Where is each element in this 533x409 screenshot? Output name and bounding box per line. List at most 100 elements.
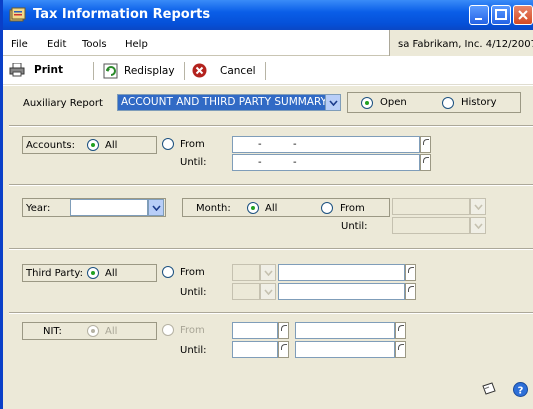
cancel-icon — [192, 63, 207, 78]
nit-from-lookup-button[interactable] — [395, 322, 406, 339]
toolbar-separator — [184, 62, 185, 80]
menu-help[interactable]: Help — [125, 39, 148, 50]
accounts-all-radio[interactable] — [87, 139, 99, 151]
accounts-group: Accounts: All — [22, 136, 157, 154]
nit-until-type-lookup-button[interactable] — [278, 341, 289, 358]
year-select[interactable] — [70, 199, 148, 216]
toolbar-separator — [265, 62, 266, 80]
divider — [9, 125, 533, 127]
third-party-until-type-dropdown[interactable] — [260, 283, 276, 300]
nit-until-lookup-button[interactable] — [395, 341, 406, 358]
title-bar: Tax Information Reports — [3, 0, 533, 30]
chevron-down-icon — [151, 204, 161, 211]
history-radio-label: History — [461, 97, 497, 108]
accounts-all-label: All — [105, 140, 118, 151]
redisplay-button[interactable]: Redisplay — [103, 63, 175, 79]
third-party-from-type-dropdown[interactable] — [260, 264, 276, 281]
form-body: Auxiliary Report ACCOUNT AND THIRD PARTY… — [3, 86, 533, 409]
accounts-until-label: Until: — [180, 157, 207, 168]
third-party-from-radio[interactable] — [162, 266, 174, 278]
toolbar-separator — [93, 62, 94, 80]
accounts-from-field[interactable]: - - — [232, 136, 420, 153]
chevron-down-icon — [263, 269, 273, 276]
print-button[interactable]: Print — [9, 63, 63, 77]
open-radio-label: Open — [380, 97, 407, 108]
auxiliary-report-select[interactable]: ACCOUNT AND THIRD PARTY SUMMARY — [117, 94, 327, 111]
print-label: Print — [34, 64, 63, 76]
accounts-until-field[interactable]: - - — [232, 154, 420, 171]
nit-all-label: All — [105, 326, 118, 337]
close-icon — [518, 10, 528, 20]
maximize-button[interactable] — [491, 5, 511, 25]
third-party-group: Third Party: All — [22, 264, 157, 282]
auxiliary-report-label: Auxiliary Report — [23, 98, 103, 109]
note-icon[interactable] — [481, 382, 497, 396]
nit-until-field[interactable] — [295, 341, 395, 358]
cancel-label: Cancel — [220, 64, 256, 77]
auxiliary-report-dropdown-button[interactable] — [325, 94, 341, 111]
third-party-from-type-select[interactable] — [232, 264, 260, 281]
accounts-until-lookup-button[interactable] — [420, 154, 431, 171]
third-party-until-label: Until: — [180, 287, 207, 298]
divider — [9, 312, 533, 314]
month-until-dropdown-button[interactable] — [470, 217, 486, 234]
third-party-from-field[interactable] — [278, 264, 405, 281]
app-icon — [9, 7, 26, 22]
chevron-down-icon — [328, 99, 338, 106]
nit-from-field[interactable] — [295, 322, 395, 339]
open-history-group: Open History — [347, 92, 521, 113]
open-radio[interactable] — [361, 97, 373, 109]
help-icon[interactable]: ? — [513, 382, 528, 397]
month-from-select[interactable] — [392, 198, 470, 215]
month-group: Month: All From — [182, 198, 390, 217]
toolbar: Print Redisplay Cancel — [3, 57, 533, 85]
nit-from-label: From — [180, 325, 205, 336]
user-company-date: sa Fabrikam, Inc. 4/12/2007 — [389, 30, 533, 56]
month-all-radio[interactable] — [247, 202, 259, 214]
accounts-from-lookup-button[interactable] — [420, 136, 431, 153]
nit-all-radio[interactable] — [87, 325, 99, 337]
nit-from-radio[interactable] — [162, 324, 174, 336]
cancel-button[interactable]: Cancel — [192, 63, 256, 78]
segment-separator: - — [258, 157, 262, 168]
accounts-label: Accounts: — [26, 140, 75, 151]
printer-icon — [9, 63, 25, 77]
month-from-label: From — [340, 203, 365, 214]
month-until-label: Until: — [341, 221, 368, 232]
divider — [9, 248, 533, 250]
month-until-select[interactable] — [392, 217, 470, 234]
month-label: Month: — [196, 203, 231, 214]
chevron-down-icon — [263, 288, 273, 295]
month-from-radio[interactable] — [321, 202, 333, 214]
nit-until-label: Until: — [180, 345, 207, 356]
month-from-dropdown-button[interactable] — [470, 198, 486, 215]
nit-group: NIT: All — [22, 322, 157, 340]
year-dropdown-button[interactable] — [148, 199, 164, 216]
third-party-until-lookup-button[interactable] — [405, 283, 416, 300]
close-button[interactable] — [513, 5, 533, 25]
third-party-all-radio[interactable] — [87, 267, 99, 279]
third-party-from-label: From — [180, 267, 205, 278]
nit-until-type-field[interactable] — [232, 341, 278, 358]
redisplay-label: Redisplay — [124, 65, 175, 77]
maximize-icon — [495, 9, 507, 20]
segment-separator: - — [293, 139, 297, 150]
accounts-from-label: From — [180, 139, 205, 150]
third-party-all-label: All — [105, 268, 118, 279]
third-party-until-type-select[interactable] — [232, 283, 260, 300]
third-party-until-field[interactable] — [278, 283, 405, 300]
month-all-label: All — [265, 203, 278, 214]
third-party-label: Third Party: — [26, 268, 83, 279]
menu-tools[interactable]: Tools — [82, 39, 107, 50]
accounts-from-radio[interactable] — [162, 138, 174, 150]
menu-edit[interactable]: Edit — [47, 39, 66, 50]
minimize-button[interactable] — [469, 5, 489, 25]
nit-from-type-field[interactable] — [232, 322, 278, 339]
tax-information-reports-window: Tax Information Reports File Edit Tools … — [0, 0, 533, 409]
chevron-down-icon — [473, 222, 483, 229]
nit-from-type-lookup-button[interactable] — [278, 322, 289, 339]
history-radio[interactable] — [442, 97, 454, 109]
year-label: Year: — [26, 203, 51, 214]
third-party-from-lookup-button[interactable] — [405, 264, 416, 281]
menu-file[interactable]: File — [11, 39, 28, 50]
